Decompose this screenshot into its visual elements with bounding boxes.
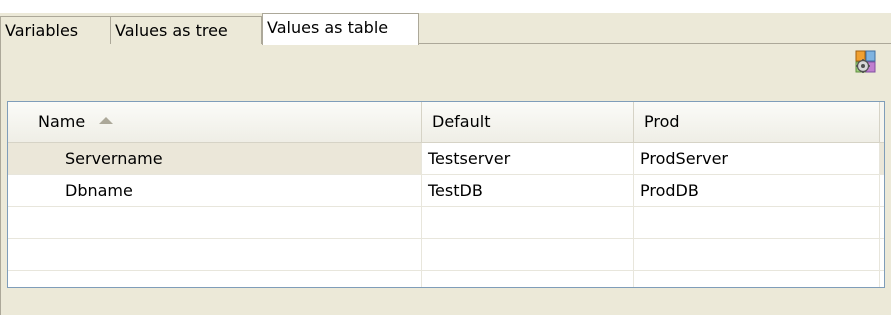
cell-default[interactable]: TestDB bbox=[422, 175, 634, 206]
tab-bar: Variables Values as tree Values as table bbox=[0, 13, 891, 45]
empty-cell bbox=[8, 239, 422, 270]
tab-variables[interactable]: Variables bbox=[0, 16, 111, 44]
cell-name: Dbname bbox=[8, 175, 422, 206]
empty-cell bbox=[422, 271, 634, 287]
cell-name: Servername bbox=[8, 143, 422, 174]
empty-table-row bbox=[8, 207, 884, 239]
empty-cell bbox=[634, 207, 880, 238]
empty-cell bbox=[634, 271, 880, 287]
cell-prod[interactable]: ProdDB bbox=[634, 175, 880, 206]
top-strip bbox=[0, 0, 891, 13]
values-table: Name Default Prod Servername Testserver … bbox=[7, 101, 885, 288]
column-header-default[interactable]: Default bbox=[422, 102, 634, 142]
empty-cell bbox=[422, 239, 634, 270]
column-header-name-label: Name bbox=[38, 112, 86, 131]
empty-table-row bbox=[8, 271, 884, 287]
column-header-prod-label: Prod bbox=[644, 112, 680, 131]
sort-ascending-icon bbox=[99, 117, 114, 124]
table-header: Name Default Prod bbox=[8, 102, 884, 143]
tab-values-as-table[interactable]: Values as table bbox=[262, 13, 419, 45]
empty-cell bbox=[8, 271, 422, 287]
variables-editor: Variables Values as tree Values as table… bbox=[0, 0, 891, 315]
column-header-default-label: Default bbox=[432, 112, 491, 131]
cell-default[interactable]: Testserver bbox=[422, 143, 634, 174]
empty-cell bbox=[634, 239, 880, 270]
empty-cell bbox=[422, 207, 634, 238]
table-row[interactable]: Dbname TestDB ProdDB bbox=[8, 175, 884, 207]
column-header-name[interactable]: Name bbox=[8, 102, 422, 142]
tab-values-as-tree[interactable]: Values as tree bbox=[111, 16, 262, 44]
table-row[interactable]: Servername Testserver ProdServer bbox=[8, 143, 884, 175]
column-header-prod[interactable]: Prod bbox=[634, 102, 880, 142]
cell-prod[interactable]: ProdServer bbox=[634, 143, 880, 174]
empty-cell bbox=[8, 207, 422, 238]
settings-gear-icon[interactable] bbox=[855, 50, 877, 74]
empty-table-row bbox=[8, 239, 884, 271]
